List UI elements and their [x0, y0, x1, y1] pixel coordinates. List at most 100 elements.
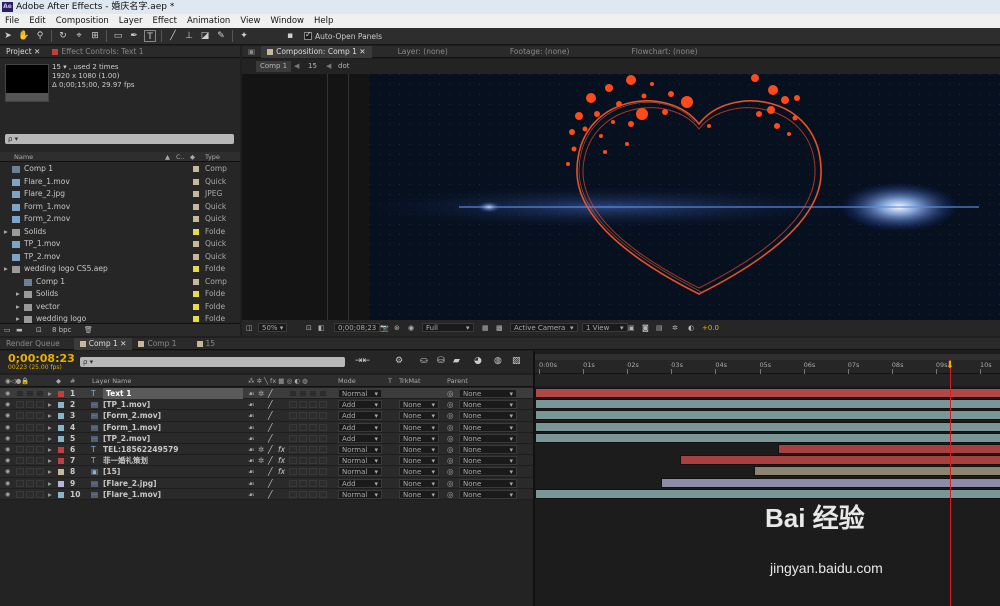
label-swatch[interactable] [193, 253, 199, 260]
switch-box[interactable] [289, 446, 297, 453]
hide-shy-icon[interactable]: ⛁ [437, 356, 445, 366]
layer-duration-bar[interactable] [535, 432, 1000, 443]
project-item[interactable]: TP_2.mov Quick [0, 251, 240, 264]
brainstorm-icon[interactable]: ◍ [494, 356, 502, 366]
effects-switch-icon[interactable]: fx [278, 444, 285, 455]
switch-box[interactable] [309, 479, 317, 487]
label-swatch[interactable] [193, 178, 199, 185]
layer-duration-bar[interactable] [754, 466, 1000, 477]
shy-switch-icon[interactable]: ☙ [248, 444, 255, 455]
visibility-eye-icon[interactable]: ◉ [5, 422, 10, 433]
menu-file[interactable]: File [0, 14, 24, 28]
switch-box[interactable] [319, 423, 327, 431]
puppet-pin-tool-icon[interactable]: ✦ [238, 30, 250, 42]
layer-mode-dropdown[interactable]: Normal ▾ [338, 389, 382, 398]
view-layout-dropdown[interactable]: 1 View ▾ [582, 323, 628, 332]
visibility-eye-icon[interactable]: ◉ [5, 388, 10, 399]
twirl-arrow-icon[interactable]: ▸ [48, 422, 52, 433]
project-item[interactable]: Form_2.mov Quick [0, 213, 240, 226]
layer-switch-box[interactable] [16, 468, 24, 476]
col-parent[interactable]: Parent [447, 375, 468, 387]
region-of-interest-icon[interactable]: ▦ [482, 320, 489, 336]
zoom-dropdown[interactable]: 50% ▾ [258, 323, 288, 332]
quality-switch-icon[interactable]: ╱ [268, 455, 273, 466]
layer-mode-dropdown[interactable]: Normal ▾ [338, 467, 382, 477]
switch-box[interactable] [299, 412, 307, 420]
layer-label-color[interactable] [58, 391, 64, 397]
effects-switch-icon[interactable]: fx [278, 455, 285, 466]
switch-box[interactable] [299, 446, 307, 453]
layer-switch-box[interactable] [26, 457, 34, 465]
shy-switch-icon[interactable]: ☙ [248, 422, 255, 433]
visibility-eye-icon[interactable]: ◉ [5, 466, 10, 477]
layer-row[interactable]: ◉ ▸ 6 T TEL:18562249579 ☙ ✲ ╱ fx Normal ▾ None ▾ ◎ N… [0, 444, 533, 456]
layer-switch-box[interactable] [16, 412, 24, 420]
switch-box[interactable] [319, 468, 327, 476]
layer-switch-box[interactable] [36, 468, 44, 476]
layer-switch-box[interactable] [26, 390, 34, 397]
layer-duration-bar[interactable] [679, 455, 1000, 466]
frame-blending-icon[interactable]: ▰ [453, 356, 460, 366]
info-name[interactable]: 15 ▾ , used 2 times [52, 63, 135, 72]
shy-switch-icon[interactable]: ☙ [248, 489, 255, 500]
switch-box[interactable] [309, 457, 317, 465]
tab-footage[interactable]: Footage: (none) [504, 46, 576, 58]
draft-3d-icon[interactable]: ⛀ [420, 356, 428, 366]
switch-box[interactable] [299, 479, 307, 487]
switch-box[interactable] [319, 434, 327, 442]
layer-name[interactable]: [15] [103, 466, 120, 477]
playhead-line[interactable] [949, 360, 951, 606]
layer-mode-dropdown[interactable]: Normal ▾ [338, 489, 382, 499]
time-navigator[interactable] [535, 374, 1000, 386]
label-tag-icon[interactable]: ◆ [190, 152, 195, 162]
layer-name[interactable]: [Form_1.mov] [103, 422, 161, 433]
layer-mode-dropdown[interactable]: Add ▾ [338, 411, 382, 421]
layer-duration-bar[interactable] [535, 399, 1000, 410]
lock-icon[interactable]: ▣ [242, 46, 261, 58]
layer-switch-box[interactable] [36, 446, 44, 453]
rectangle-tool-icon[interactable]: ▭ [112, 30, 124, 42]
layer-switch-box[interactable] [36, 412, 44, 420]
switches-icons[interactable]: ⁂ ✲ ╲ fx ▦ ◎ ◐ ◍ [248, 375, 308, 387]
always-preview-icon[interactable]: ◫ [246, 320, 253, 336]
twirl-arrow-icon[interactable]: ▸ [48, 410, 52, 421]
layer-mode-dropdown[interactable]: Normal ▾ [338, 445, 382, 454]
shy-switch-icon[interactable]: ☙ [248, 388, 255, 399]
switch-box[interactable] [289, 479, 297, 487]
quality-switch-icon[interactable]: ╱ [268, 433, 273, 444]
trkmat-dropdown[interactable]: None ▾ [399, 411, 439, 421]
visibility-eye-icon[interactable]: ◉ [5, 455, 10, 466]
layer-name[interactable]: TEL:18562249579 [103, 444, 178, 455]
layer-switch-box[interactable] [16, 390, 24, 397]
menu-layer[interactable]: Layer [114, 14, 148, 28]
pick-whip-icon[interactable]: ◎ [447, 410, 454, 421]
layer-row[interactable]: ◉ ▸ 2 ▤ [TP_1.mov] ☙ ╱ Add ▾ None ▾ ◎ None ▾ [0, 399, 533, 411]
layer-row[interactable]: ◉ ▸ 5 ▤ [TP_2.mov] ☙ ╱ Add ▾ None ▾ ◎ None ▾ [0, 432, 533, 444]
exposure-value[interactable]: +0.0 [702, 320, 719, 336]
toggle-pixel-aspect-icon[interactable]: ▣ [628, 320, 635, 336]
col-t[interactable]: T [388, 375, 392, 387]
label-swatch[interactable] [193, 166, 199, 172]
switch-box[interactable] [299, 390, 307, 397]
layer-switch-box[interactable] [16, 446, 24, 453]
layer-name[interactable]: [TP_2.mov] [103, 433, 150, 444]
bpc-label[interactable]: 8 bpc [52, 324, 71, 336]
tab-layer[interactable]: Layer: (none) [392, 46, 454, 58]
layer-switch-box[interactable] [26, 490, 34, 498]
selection-tool-icon[interactable]: ➤ [2, 30, 14, 42]
layer-switch-box[interactable] [36, 423, 44, 431]
parent-dropdown[interactable]: None ▾ [459, 489, 517, 499]
trkmat-dropdown[interactable]: None ▾ [399, 445, 439, 454]
layer-label-color[interactable] [58, 469, 64, 476]
switch-box[interactable] [309, 446, 317, 453]
mask-visibility-icon[interactable]: ◧ [318, 320, 325, 336]
quality-switch-icon[interactable]: ╱ [268, 399, 273, 410]
trkmat-dropdown[interactable]: None ▾ [399, 467, 439, 477]
av-features-icon[interactable]: ◉◁●🔒 [5, 375, 29, 387]
pan-behind-tool-icon[interactable]: ⊞ [89, 30, 101, 42]
layer-row[interactable]: ◉ ▸ 1 T Text 1 ☙ ✲ ╱ Normal ▾ ◎ None ▾ [0, 388, 533, 400]
pick-whip-icon[interactable]: ◎ [447, 422, 454, 433]
layer-row[interactable]: ◉ ▸ 10 ▤ [Flare_1.mov] ☙ ╱ Normal ▾ None ▾ ◎ None … [0, 488, 533, 500]
visibility-eye-icon[interactable]: ◉ [5, 433, 10, 444]
parent-dropdown[interactable]: None ▾ [459, 445, 517, 454]
